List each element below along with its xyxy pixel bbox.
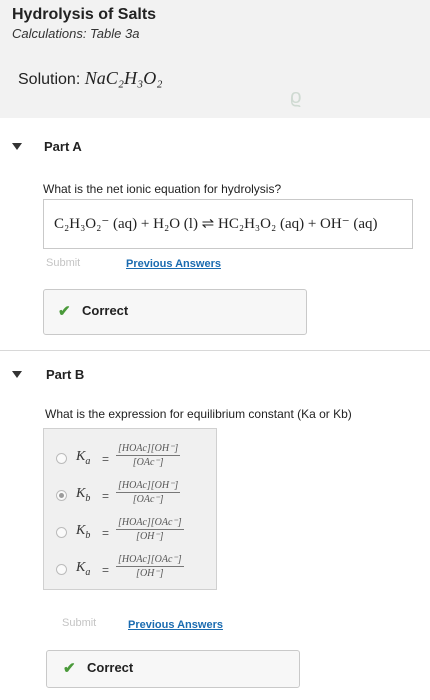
- faint-mark: ϱ: [290, 86, 302, 108]
- option-2-equals: =: [102, 489, 110, 503]
- option-4-k: Ka: [76, 560, 91, 578]
- part-a-question: What is the net ionic equation for hydro…: [43, 182, 282, 196]
- section-divider: [0, 350, 430, 351]
- option-3-numerator: [HOAc][OAc⁻]: [118, 517, 182, 528]
- option-1-radio[interactable]: [56, 453, 67, 464]
- option-1-denominator: [OAc⁻]: [132, 457, 164, 468]
- option-3-k: Kb: [76, 523, 91, 541]
- option-3-equals: =: [102, 526, 110, 540]
- option-1-equals: =: [102, 452, 110, 466]
- part-b-options: Ka = [HOAc][OH⁻] [OAc⁻] Kb = [HOAc][OH⁻]…: [43, 428, 217, 590]
- option-3-radio[interactable]: [56, 527, 67, 538]
- part-a-feedback: ✔ Correct: [43, 289, 307, 335]
- part-a-previous-answers-link[interactable]: Previous Answers: [126, 258, 221, 270]
- option-1-fraction: [HOAc][OH⁻] [OAc⁻]: [116, 443, 181, 468]
- fraction-bar: [116, 492, 181, 493]
- option-3-denominator: [OH⁻]: [136, 531, 164, 542]
- option-2-numerator: [HOAc][OH⁻]: [118, 480, 179, 491]
- part-b-previous-answers-link[interactable]: Previous Answers: [128, 619, 223, 631]
- part-b-submit-button[interactable]: Submit: [62, 617, 96, 629]
- fraction-bar: [116, 529, 184, 530]
- assignment-header: Hydrolysis of Salts Calculations: Table …: [0, 0, 430, 118]
- part-b-question: What is the expression for equilibrium c…: [45, 407, 352, 421]
- option-4-radio[interactable]: [56, 564, 67, 575]
- option-2-radio[interactable]: [56, 490, 67, 501]
- page-title: Hydrolysis of Salts: [12, 6, 157, 23]
- part-a-label[interactable]: Part A: [44, 139, 82, 154]
- part-b-status: Correct: [87, 660, 134, 675]
- part-a-submit-button[interactable]: Submit: [46, 257, 80, 269]
- option-3-fraction: [HOAc][OAc⁻] [OH⁻]: [116, 517, 184, 542]
- part-b-label[interactable]: Part B: [46, 367, 84, 382]
- option-2-fraction: [HOAc][OH⁻] [OAc⁻]: [116, 480, 181, 505]
- checkmark-icon: ✔: [58, 303, 71, 320]
- part-a-status: Correct: [82, 303, 129, 318]
- option-2-denominator: [OAc⁻]: [132, 494, 164, 505]
- solution-formula: NaC₂H₃O₂: [84, 68, 163, 88]
- part-a-answer-field[interactable]: C₂H₃O₂⁻ (aq) + H₂O (l) ⇌ HC₂H₃O₂ (aq) + …: [43, 199, 413, 249]
- fraction-bar: [116, 455, 181, 456]
- option-1-k: Ka: [76, 449, 91, 467]
- fraction-bar: [116, 566, 184, 567]
- checkmark-icon: ✔: [63, 660, 76, 677]
- collapse-part-b-icon[interactable]: [12, 371, 22, 378]
- option-2-k: Kb: [76, 486, 91, 504]
- option-4-equals: =: [102, 563, 110, 577]
- option-1-numerator: [HOAc][OH⁻]: [118, 443, 179, 454]
- collapse-part-a-icon[interactable]: [12, 143, 22, 150]
- page-subtitle: Calculations: Table 3a: [12, 26, 140, 41]
- part-a-answer-text: C₂H₃O₂⁻ (aq) + H₂O (l) ⇌ HC₂H₃O₂ (aq) + …: [54, 216, 378, 232]
- option-4-numerator: [HOAc][OAc⁻]: [118, 554, 182, 565]
- option-4-denominator: [OH⁻]: [136, 568, 164, 579]
- option-4-fraction: [HOAc][OAc⁻] [OH⁻]: [116, 554, 184, 579]
- solution-label: Solution:: [18, 71, 81, 88]
- part-b-feedback: ✔ Correct: [46, 650, 300, 688]
- solution-line: Solution: NaC₂H₃O₂: [18, 68, 163, 89]
